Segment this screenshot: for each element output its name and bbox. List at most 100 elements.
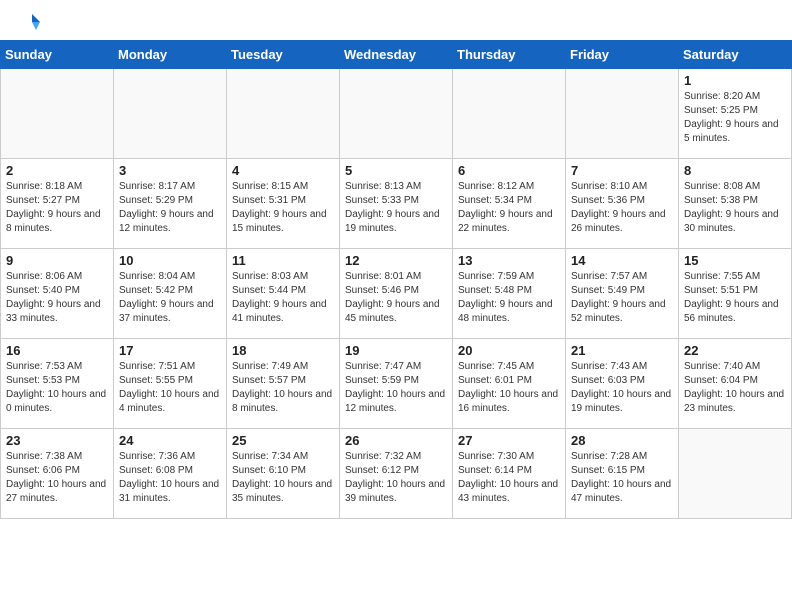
day-number: 4	[232, 163, 334, 178]
day-info: Sunrise: 7:49 AM Sunset: 5:57 PM Dayligh…	[232, 360, 334, 416]
day-cell: 1 Sunrise: 8:20 AM Sunset: 5:25 PM Daylig…	[679, 69, 792, 159]
day-info: Sunrise: 8:12 AM Sunset: 5:34 PM Dayligh…	[458, 180, 560, 236]
weekday-saturday: Saturday	[679, 41, 792, 69]
week-row-1: 1 Sunrise: 8:20 AM Sunset: 5:25 PM Daylig…	[1, 69, 792, 159]
day-info: Sunrise: 8:06 AM Sunset: 5:40 PM Dayligh…	[6, 270, 108, 326]
day-number: 9	[6, 253, 108, 268]
day-number: 6	[458, 163, 560, 178]
day-number: 8	[684, 163, 786, 178]
day-number: 10	[119, 253, 221, 268]
day-cell: 15 Sunrise: 7:55 AM Sunset: 5:51 PM Dayli…	[679, 249, 792, 339]
day-info: Sunrise: 8:20 AM Sunset: 5:25 PM Dayligh…	[684, 90, 786, 146]
day-cell	[453, 69, 566, 159]
day-cell: 12 Sunrise: 8:01 AM Sunset: 5:46 PM Dayli…	[340, 249, 453, 339]
day-info: Sunrise: 7:51 AM Sunset: 5:55 PM Dayligh…	[119, 360, 221, 416]
day-number: 12	[345, 253, 447, 268]
day-cell: 5 Sunrise: 8:13 AM Sunset: 5:33 PM Daylig…	[340, 159, 453, 249]
day-cell: 28 Sunrise: 7:28 AM Sunset: 6:15 PM Dayli…	[566, 429, 679, 519]
day-cell: 7 Sunrise: 8:10 AM Sunset: 5:36 PM Daylig…	[566, 159, 679, 249]
day-cell: 21 Sunrise: 7:43 AM Sunset: 6:03 PM Dayli…	[566, 339, 679, 429]
day-number: 14	[571, 253, 673, 268]
day-cell: 16 Sunrise: 7:53 AM Sunset: 5:53 PM Dayli…	[1, 339, 114, 429]
day-number: 5	[345, 163, 447, 178]
day-cell	[566, 69, 679, 159]
header	[0, 0, 792, 40]
week-row-3: 9 Sunrise: 8:06 AM Sunset: 5:40 PM Daylig…	[1, 249, 792, 339]
day-info: Sunrise: 8:15 AM Sunset: 5:31 PM Dayligh…	[232, 180, 334, 236]
weekday-thursday: Thursday	[453, 41, 566, 69]
logo-icon	[22, 12, 42, 32]
week-row-5: 23Sunrise: 7:38 AM Sunset: 6:06 PM Dayli…	[1, 429, 792, 519]
day-cell	[679, 429, 792, 519]
week-row-4: 16 Sunrise: 7:53 AM Sunset: 5:53 PM Dayli…	[1, 339, 792, 429]
calendar: SundayMondayTuesdayWednesdayThursdayFrid…	[0, 40, 792, 519]
day-number: 13	[458, 253, 560, 268]
day-cell: 3Sunrise: 8:17 AM Sunset: 5:29 PM Daylig…	[114, 159, 227, 249]
day-info: Sunrise: 8:03 AM Sunset: 5:44 PM Dayligh…	[232, 270, 334, 326]
day-cell: 18 Sunrise: 7:49 AM Sunset: 5:57 PM Dayli…	[227, 339, 340, 429]
day-info: Sunrise: 7:59 AM Sunset: 5:48 PM Dayligh…	[458, 270, 560, 326]
day-info: Sunrise: 8:08 AM Sunset: 5:38 PM Dayligh…	[684, 180, 786, 236]
day-cell: 9 Sunrise: 8:06 AM Sunset: 5:40 PM Daylig…	[1, 249, 114, 339]
day-number: 24	[119, 433, 221, 448]
day-cell	[1, 69, 114, 159]
day-cell: 27 Sunrise: 7:30 AM Sunset: 6:14 PM Dayli…	[453, 429, 566, 519]
weekday-header-row: SundayMondayTuesdayWednesdayThursdayFrid…	[1, 41, 792, 69]
day-info: Sunrise: 7:28 AM Sunset: 6:15 PM Dayligh…	[571, 450, 673, 506]
day-number: 3	[119, 163, 221, 178]
day-cell: 17 Sunrise: 7:51 AM Sunset: 5:55 PM Dayli…	[114, 339, 227, 429]
day-cell: 4 Sunrise: 8:15 AM Sunset: 5:31 PM Daylig…	[227, 159, 340, 249]
day-number: 20	[458, 343, 560, 358]
day-info: Sunrise: 7:30 AM Sunset: 6:14 PM Dayligh…	[458, 450, 560, 506]
day-info: Sunrise: 7:34 AM Sunset: 6:10 PM Dayligh…	[232, 450, 334, 506]
day-number: 15	[684, 253, 786, 268]
day-number: 17	[119, 343, 221, 358]
week-row-2: 2 Sunrise: 8:18 AM Sunset: 5:27 PM Daylig…	[1, 159, 792, 249]
day-cell	[227, 69, 340, 159]
day-number: 28	[571, 433, 673, 448]
day-number: 25	[232, 433, 334, 448]
day-info: Sunrise: 7:43 AM Sunset: 6:03 PM Dayligh…	[571, 360, 673, 416]
day-info: Sunrise: 7:45 AM Sunset: 6:01 PM Dayligh…	[458, 360, 560, 416]
weekday-tuesday: Tuesday	[227, 41, 340, 69]
day-cell: 20 Sunrise: 7:45 AM Sunset: 6:01 PM Dayli…	[453, 339, 566, 429]
day-number: 27	[458, 433, 560, 448]
day-info: Sunrise: 8:01 AM Sunset: 5:46 PM Dayligh…	[345, 270, 447, 326]
weekday-friday: Friday	[566, 41, 679, 69]
day-cell	[114, 69, 227, 159]
day-cell: 25 Sunrise: 7:34 AM Sunset: 6:10 PM Dayli…	[227, 429, 340, 519]
day-info: Sunrise: 8:04 AM Sunset: 5:42 PM Dayligh…	[119, 270, 221, 326]
day-number: 19	[345, 343, 447, 358]
day-info: Sunrise: 8:10 AM Sunset: 5:36 PM Dayligh…	[571, 180, 673, 236]
weekday-monday: Monday	[114, 41, 227, 69]
day-info: Sunrise: 8:18 AM Sunset: 5:27 PM Dayligh…	[6, 180, 108, 236]
day-number: 21	[571, 343, 673, 358]
day-info: Sunrise: 8:13 AM Sunset: 5:33 PM Dayligh…	[345, 180, 447, 236]
day-cell: 14Sunrise: 7:57 AM Sunset: 5:49 PM Dayli…	[566, 249, 679, 339]
day-number: 16	[6, 343, 108, 358]
day-cell: 13 Sunrise: 7:59 AM Sunset: 5:48 PM Dayli…	[453, 249, 566, 339]
weekday-sunday: Sunday	[1, 41, 114, 69]
day-cell: 19 Sunrise: 7:47 AM Sunset: 5:59 PM Dayli…	[340, 339, 453, 429]
day-cell: 6 Sunrise: 8:12 AM Sunset: 5:34 PM Daylig…	[453, 159, 566, 249]
day-cell: 10 Sunrise: 8:04 AM Sunset: 5:42 PM Dayli…	[114, 249, 227, 339]
day-cell: 24Sunrise: 7:36 AM Sunset: 6:08 PM Dayli…	[114, 429, 227, 519]
day-number: 23	[6, 433, 108, 448]
day-number: 22	[684, 343, 786, 358]
day-cell: 8 Sunrise: 8:08 AM Sunset: 5:38 PM Daylig…	[679, 159, 792, 249]
day-cell: 11 Sunrise: 8:03 AM Sunset: 5:44 PM Dayli…	[227, 249, 340, 339]
day-number: 1	[684, 73, 786, 88]
day-info: Sunrise: 7:40 AM Sunset: 6:04 PM Dayligh…	[684, 360, 786, 416]
day-number: 7	[571, 163, 673, 178]
day-info: Sunrise: 7:53 AM Sunset: 5:53 PM Dayligh…	[6, 360, 108, 416]
day-number: 11	[232, 253, 334, 268]
day-cell: 26Sunrise: 7:32 AM Sunset: 6:12 PM Dayli…	[340, 429, 453, 519]
day-cell: 23Sunrise: 7:38 AM Sunset: 6:06 PM Dayli…	[1, 429, 114, 519]
day-number: 18	[232, 343, 334, 358]
day-info: Sunrise: 7:47 AM Sunset: 5:59 PM Dayligh…	[345, 360, 447, 416]
logo	[20, 16, 42, 32]
day-cell: 22 Sunrise: 7:40 AM Sunset: 6:04 PM Dayli…	[679, 339, 792, 429]
day-info: Sunrise: 7:55 AM Sunset: 5:51 PM Dayligh…	[684, 270, 786, 326]
day-number: 2	[6, 163, 108, 178]
weekday-wednesday: Wednesday	[340, 41, 453, 69]
